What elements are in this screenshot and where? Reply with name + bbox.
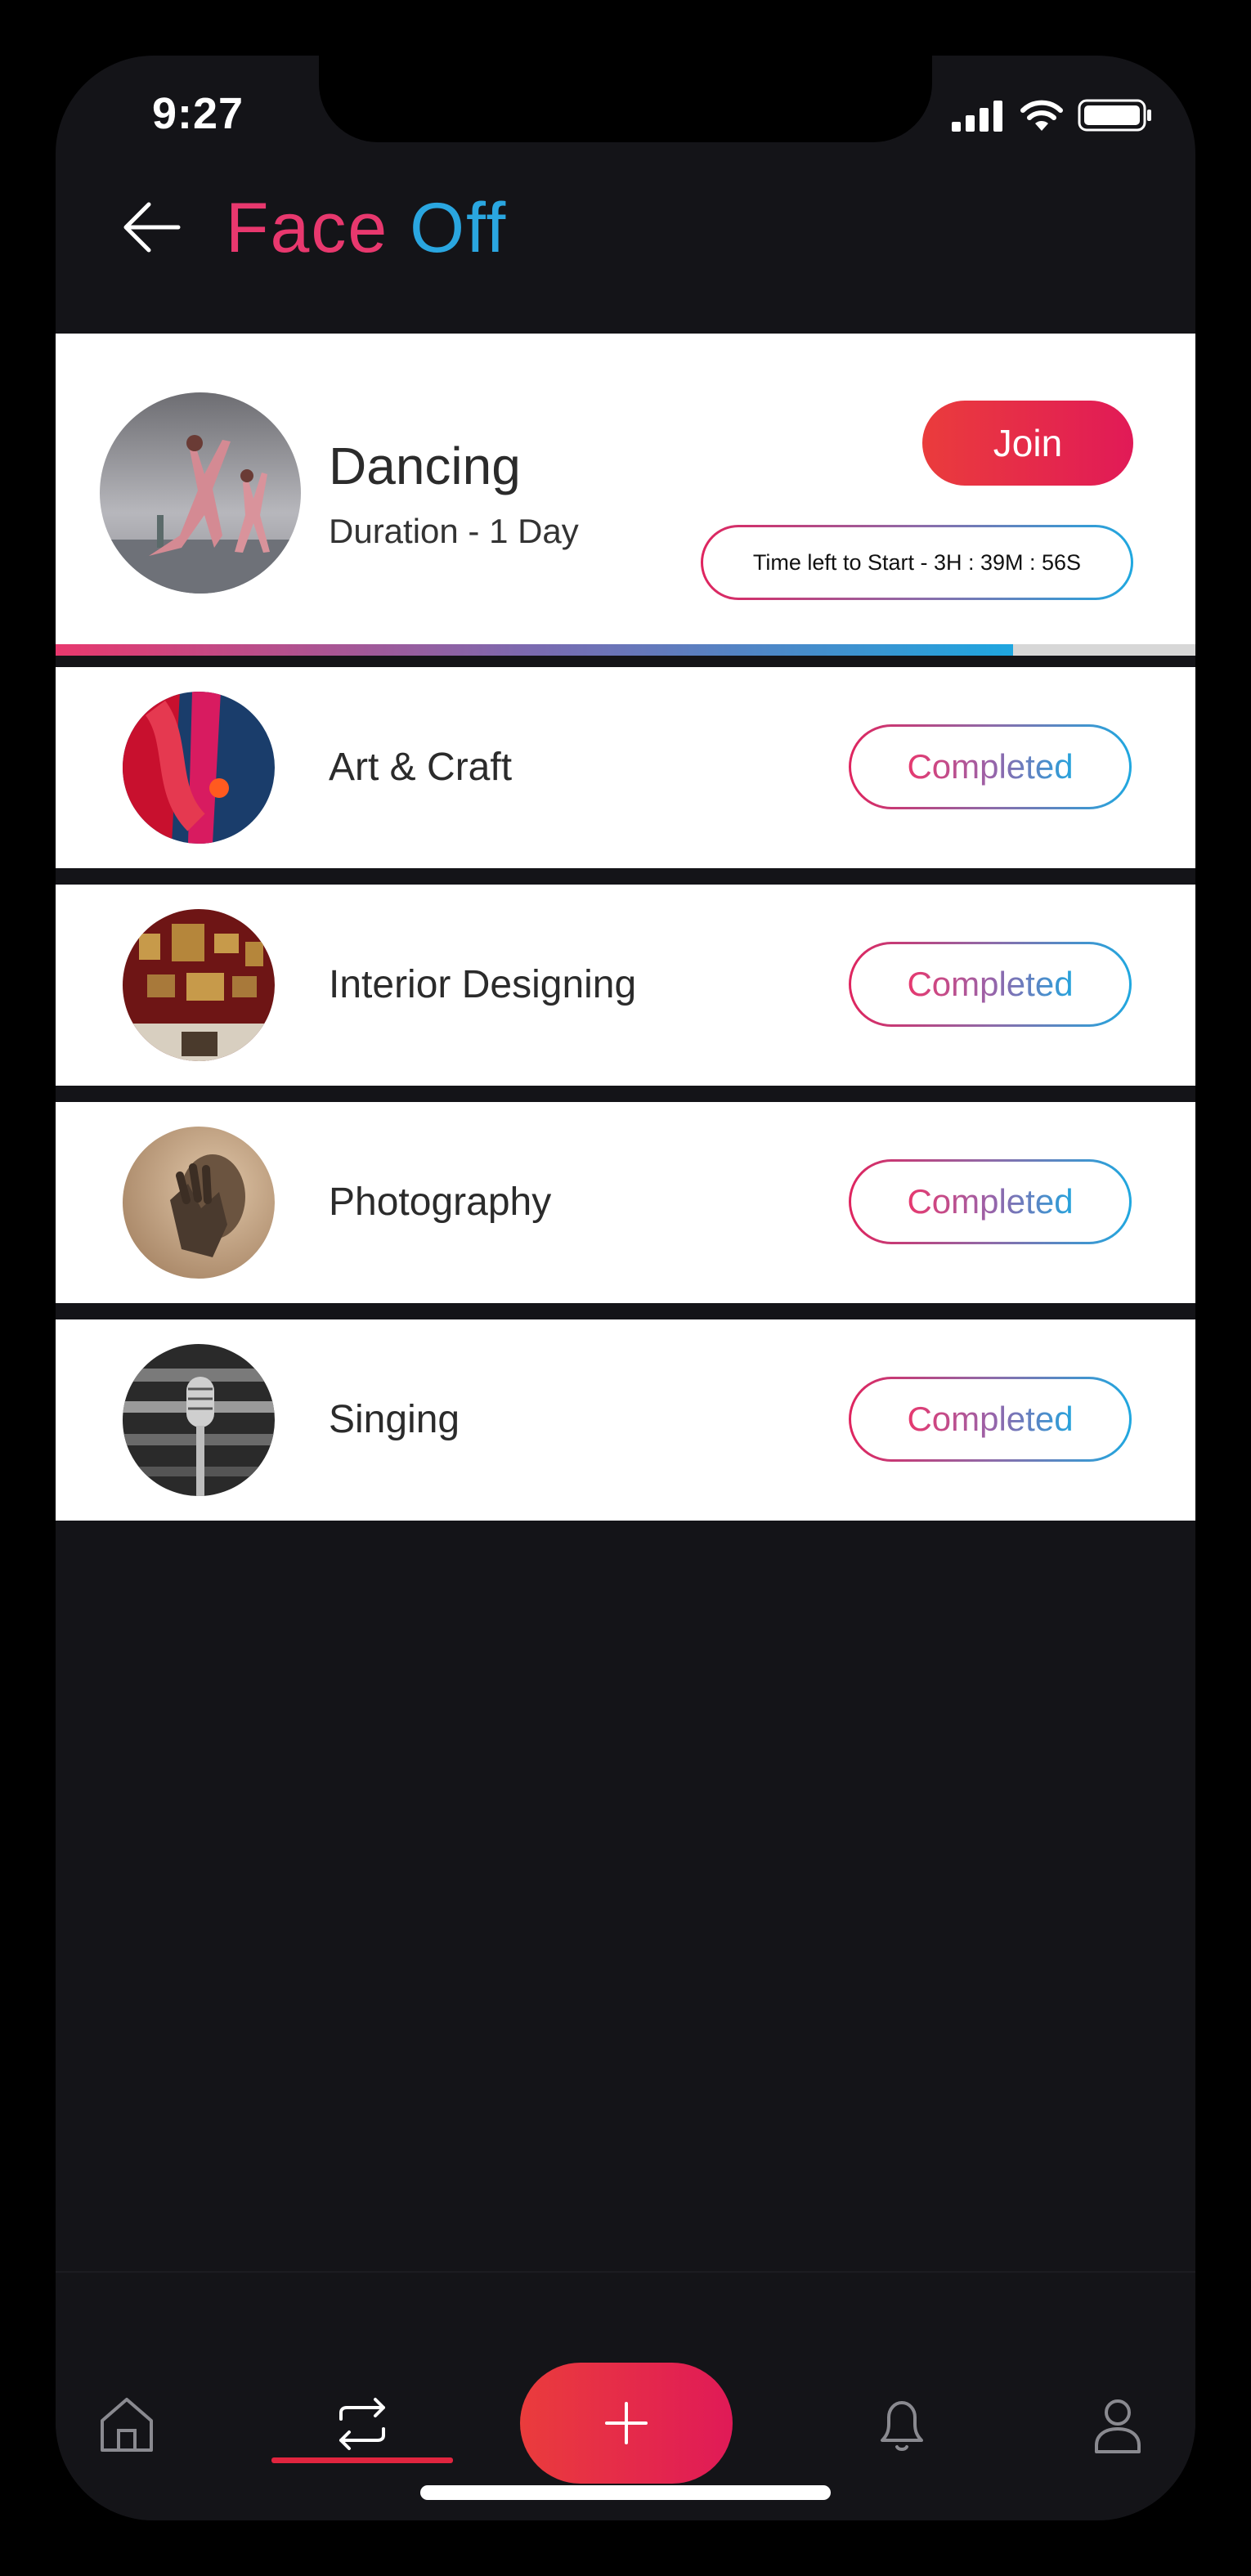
- wifi-icon: [1020, 100, 1063, 131]
- featured-duration: Duration - 1 Day: [329, 512, 579, 550]
- completed-label: Completed: [907, 1400, 1074, 1438]
- countdown-badge: Time left to Start - 3H : 39M : 56S: [701, 525, 1133, 600]
- join-button[interactable]: Join: [922, 401, 1133, 486]
- completed-label: Completed: [907, 747, 1074, 786]
- photography-thumbnail: [123, 1127, 275, 1279]
- plus-icon: [605, 2402, 648, 2444]
- progress-fill: [56, 644, 1013, 656]
- active-tab-indicator: [271, 2457, 453, 2463]
- status-icons: [952, 98, 1153, 132]
- back-arrow-icon[interactable]: [119, 195, 185, 260]
- tab-profile[interactable]: [1081, 2387, 1155, 2461]
- home-indicator: [420, 2485, 831, 2500]
- user-icon: [1095, 2399, 1141, 2453]
- competition-row[interactable]: Interior Designing Completed: [56, 885, 1195, 1086]
- battery-icon: [1078, 99, 1151, 132]
- completed-badge[interactable]: Completed: [849, 1159, 1132, 1244]
- bell-icon: [881, 2401, 923, 2451]
- competition-name: Interior Designing: [329, 963, 637, 1006]
- completed-label: Completed: [907, 1182, 1074, 1221]
- phone-frame: 9:27 Face Off Dancing Duration - 1 Day J…: [0, 0, 1251, 2576]
- home-icon: [101, 2398, 153, 2452]
- title-off: Off: [410, 189, 508, 267]
- app-screen: 9:27 Face Off Dancing Duration - 1 Day J…: [56, 56, 1195, 2520]
- competition-name: Art & Craft: [329, 746, 513, 789]
- singing-thumbnail: [123, 1344, 275, 1496]
- tab-swap[interactable]: [325, 2387, 399, 2461]
- bottom-tab-bar: [56, 2271, 1195, 2520]
- completed-badge[interactable]: Completed: [849, 1377, 1132, 1462]
- featured-name: Dancing: [329, 437, 521, 495]
- competition-row[interactable]: Singing Completed: [56, 1319, 1195, 1521]
- status-time: 9:27: [152, 89, 244, 138]
- featured-competition-card[interactable]: Dancing Duration - 1 Day Join Time left …: [56, 334, 1195, 644]
- add-button[interactable]: [520, 2363, 733, 2484]
- completed-badge[interactable]: Completed: [849, 724, 1132, 809]
- competition-name: Photography: [329, 1180, 552, 1224]
- dancing-thumbnail: [100, 392, 301, 594]
- notch: [319, 56, 932, 142]
- swap-icon: [339, 2398, 385, 2450]
- app-header: Face Off: [56, 178, 1195, 284]
- page-title: Face Off: [226, 188, 507, 269]
- tab-notifications[interactable]: [865, 2387, 939, 2461]
- competition-row[interactable]: Photography Completed: [56, 1102, 1195, 1303]
- progress-bar: [56, 644, 1195, 656]
- title-face: Face: [226, 189, 389, 267]
- competition-name: Singing: [329, 1398, 460, 1441]
- tab-home[interactable]: [90, 2387, 164, 2461]
- competition-row[interactable]: Art & Craft Completed: [56, 667, 1195, 868]
- art-craft-thumbnail: [123, 692, 275, 844]
- completed-label: Completed: [907, 965, 1074, 1003]
- completed-badge[interactable]: Completed: [849, 942, 1132, 1027]
- interior-designing-thumbnail: [123, 909, 275, 1061]
- signal-icon: [952, 101, 1002, 132]
